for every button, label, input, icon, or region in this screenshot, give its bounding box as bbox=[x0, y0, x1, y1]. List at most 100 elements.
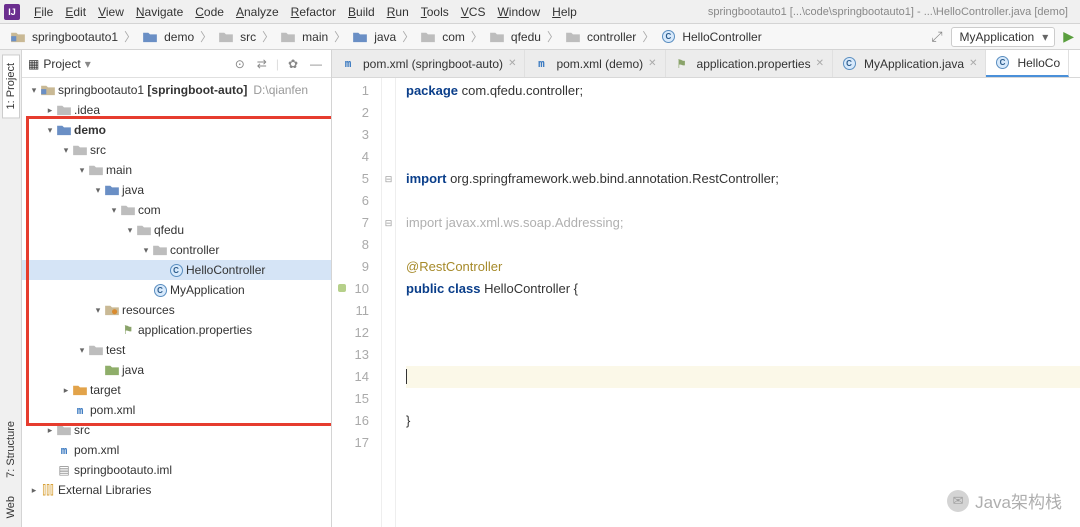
tree-node-hellocontroller[interactable]: CHelloController bbox=[22, 260, 331, 280]
close-tab-icon[interactable]: ✕ bbox=[969, 58, 977, 69]
close-tab-icon[interactable]: ✕ bbox=[648, 58, 656, 69]
hide-panel-icon[interactable]: — bbox=[307, 57, 325, 71]
tree-arrow[interactable]: ▸ bbox=[44, 105, 56, 116]
menu-code[interactable]: Code bbox=[189, 3, 230, 21]
close-tab-icon[interactable]: ✕ bbox=[508, 58, 516, 69]
code-line[interactable] bbox=[406, 102, 1080, 124]
tree-arrow[interactable]: ▾ bbox=[92, 305, 104, 316]
nav-target-icon[interactable]: ⤢ bbox=[931, 28, 942, 45]
tree-arrow[interactable]: ▾ bbox=[76, 345, 88, 356]
editor-tab[interactable]: mpom.xml (springboot-auto)✕ bbox=[332, 50, 525, 77]
tree-arrow[interactable]: ▾ bbox=[60, 145, 72, 156]
tree-node-com[interactable]: ▾com bbox=[22, 200, 331, 220]
menu-vcs[interactable]: VCS bbox=[455, 3, 492, 21]
editor-tab[interactable]: ⚑application.properties✕ bbox=[666, 50, 833, 77]
code-line[interactable]: } bbox=[406, 410, 1080, 432]
code-line[interactable]: public class HelloController { bbox=[406, 278, 1080, 300]
tree-arrow[interactable]: ▸ bbox=[28, 485, 40, 496]
breadcrumb-item[interactable]: src bbox=[214, 28, 260, 46]
menu-edit[interactable]: Edit bbox=[59, 3, 92, 21]
breadcrumb-item[interactable]: CHelloController bbox=[656, 28, 765, 46]
code-line[interactable]: @RestController bbox=[406, 256, 1080, 278]
code-line[interactable] bbox=[406, 190, 1080, 212]
menu-navigate[interactable]: Navigate bbox=[130, 3, 189, 21]
breadcrumb-item[interactable]: java bbox=[348, 28, 400, 46]
run-button[interactable]: ▶ bbox=[1063, 28, 1074, 45]
tree-node-java[interactable]: ▾java bbox=[22, 180, 331, 200]
menu-file[interactable]: File bbox=[28, 3, 59, 21]
tree-node--idea[interactable]: ▸.idea bbox=[22, 100, 331, 120]
code-line[interactable]: package com.qfedu.controller; bbox=[406, 80, 1080, 102]
code-line[interactable] bbox=[406, 322, 1080, 344]
code-line[interactable]: import org.springframework.web.bind.anno… bbox=[406, 168, 1080, 190]
tree-node-pom-xml[interactable]: mpom.xml bbox=[22, 400, 331, 420]
fold-column[interactable]: ⊟⊟ bbox=[382, 78, 396, 527]
code-line[interactable] bbox=[406, 300, 1080, 322]
settings-icon[interactable]: ✿ bbox=[285, 57, 301, 71]
editor-tab[interactable]: CMyApplication.java✕ bbox=[833, 50, 986, 77]
close-tab-icon[interactable]: ✕ bbox=[816, 58, 824, 69]
menu-help[interactable]: Help bbox=[546, 3, 583, 21]
tree-arrow[interactable]: ▾ bbox=[140, 245, 152, 256]
run-config-select[interactable]: MyApplication bbox=[951, 27, 1056, 47]
tree-node-springbootauto-iml[interactable]: ▤springbootauto.iml bbox=[22, 460, 331, 480]
editor-tab[interactable]: CHelloCo bbox=[986, 50, 1069, 77]
code-line[interactable] bbox=[406, 146, 1080, 168]
tree-node-main[interactable]: ▾main bbox=[22, 160, 331, 180]
scroll-from-source-icon[interactable]: ⇄ bbox=[254, 57, 270, 71]
menu-run[interactable]: Run bbox=[381, 3, 415, 21]
project-tree[interactable]: ▾springbootauto1 [springboot-auto]D:\qia… bbox=[22, 78, 331, 527]
tree-arrow[interactable]: ▾ bbox=[92, 185, 104, 196]
editor-tab[interactable]: mpom.xml (demo)✕ bbox=[525, 50, 665, 77]
menu-tools[interactable]: Tools bbox=[415, 3, 455, 21]
tree-arrow[interactable]: ▾ bbox=[108, 205, 120, 216]
breadcrumb-item[interactable]: qfedu bbox=[485, 28, 545, 46]
side-tab-structure[interactable]: 7: Structure bbox=[2, 412, 20, 487]
tree-node-src[interactable]: ▾src bbox=[22, 140, 331, 160]
tree-node-java[interactable]: java bbox=[22, 360, 331, 380]
tree-arrow[interactable]: ▾ bbox=[124, 225, 136, 236]
breadcrumb-item[interactable]: com bbox=[416, 28, 469, 46]
tree-node-src[interactable]: ▸src bbox=[22, 420, 331, 440]
menu-analyze[interactable]: Analyze bbox=[230, 3, 285, 21]
breadcrumb-item[interactable]: demo bbox=[138, 28, 198, 46]
tree-node-resources[interactable]: ▾resources bbox=[22, 300, 331, 320]
side-tab-project[interactable]: 1: Project bbox=[2, 54, 20, 118]
breadcrumb-item[interactable]: main bbox=[276, 28, 332, 46]
window-title: springbootauto1 [...\code\springbootauto… bbox=[708, 6, 1076, 18]
breadcrumb-item[interactable]: controller bbox=[561, 28, 640, 46]
editor-body[interactable]: 1234567891011121314151617 ⊟⊟ package com… bbox=[332, 78, 1080, 527]
code-line[interactable] bbox=[406, 432, 1080, 454]
fold-toggle[interactable]: ⊟ bbox=[382, 212, 395, 234]
menu-refactor[interactable]: Refactor bbox=[285, 3, 342, 21]
tree-node-target[interactable]: ▸target bbox=[22, 380, 331, 400]
tree-arrow[interactable]: ▸ bbox=[60, 385, 72, 396]
tree-arrow[interactable]: ▾ bbox=[28, 85, 40, 96]
tree-node-external-libraries[interactable]: ▸⫿⫿⫿External Libraries bbox=[22, 480, 331, 500]
tree-node-demo[interactable]: ▾demo bbox=[22, 120, 331, 140]
tree-node-qfedu[interactable]: ▾qfedu bbox=[22, 220, 331, 240]
breadcrumb-item[interactable]: springbootauto1 bbox=[6, 28, 122, 46]
tree-node-pom-xml[interactable]: mpom.xml bbox=[22, 440, 331, 460]
tree-node-test[interactable]: ▾test bbox=[22, 340, 331, 360]
side-tab-web[interactable]: Web bbox=[2, 487, 20, 527]
tree-node-springbootauto1[interactable]: ▾springbootauto1 [springboot-auto]D:\qia… bbox=[22, 80, 331, 100]
code-line[interactable]: import javax.xml.ws.soap.Addressing; bbox=[406, 212, 1080, 234]
code-line[interactable] bbox=[406, 234, 1080, 256]
menu-build[interactable]: Build bbox=[342, 3, 381, 21]
tree-arrow[interactable]: ▸ bbox=[44, 425, 56, 436]
tree-node-application-properties[interactable]: ⚑application.properties bbox=[22, 320, 331, 340]
tree-node-myapplication[interactable]: CMyApplication bbox=[22, 280, 331, 300]
code-line[interactable] bbox=[406, 344, 1080, 366]
collapse-all-icon[interactable]: ⊙ bbox=[232, 57, 248, 71]
fold-toggle[interactable]: ⊟ bbox=[382, 168, 395, 190]
menu-window[interactable]: Window bbox=[491, 3, 546, 21]
code-line[interactable] bbox=[406, 124, 1080, 146]
tree-node-controller[interactable]: ▾controller bbox=[22, 240, 331, 260]
tree-arrow[interactable]: ▾ bbox=[76, 165, 88, 176]
code-line[interactable] bbox=[406, 388, 1080, 410]
menu-view[interactable]: View bbox=[92, 3, 130, 21]
code-area[interactable]: package com.qfedu.controller; import org… bbox=[396, 78, 1080, 527]
code-line[interactable] bbox=[406, 366, 1080, 388]
tree-arrow[interactable]: ▾ bbox=[44, 125, 56, 136]
